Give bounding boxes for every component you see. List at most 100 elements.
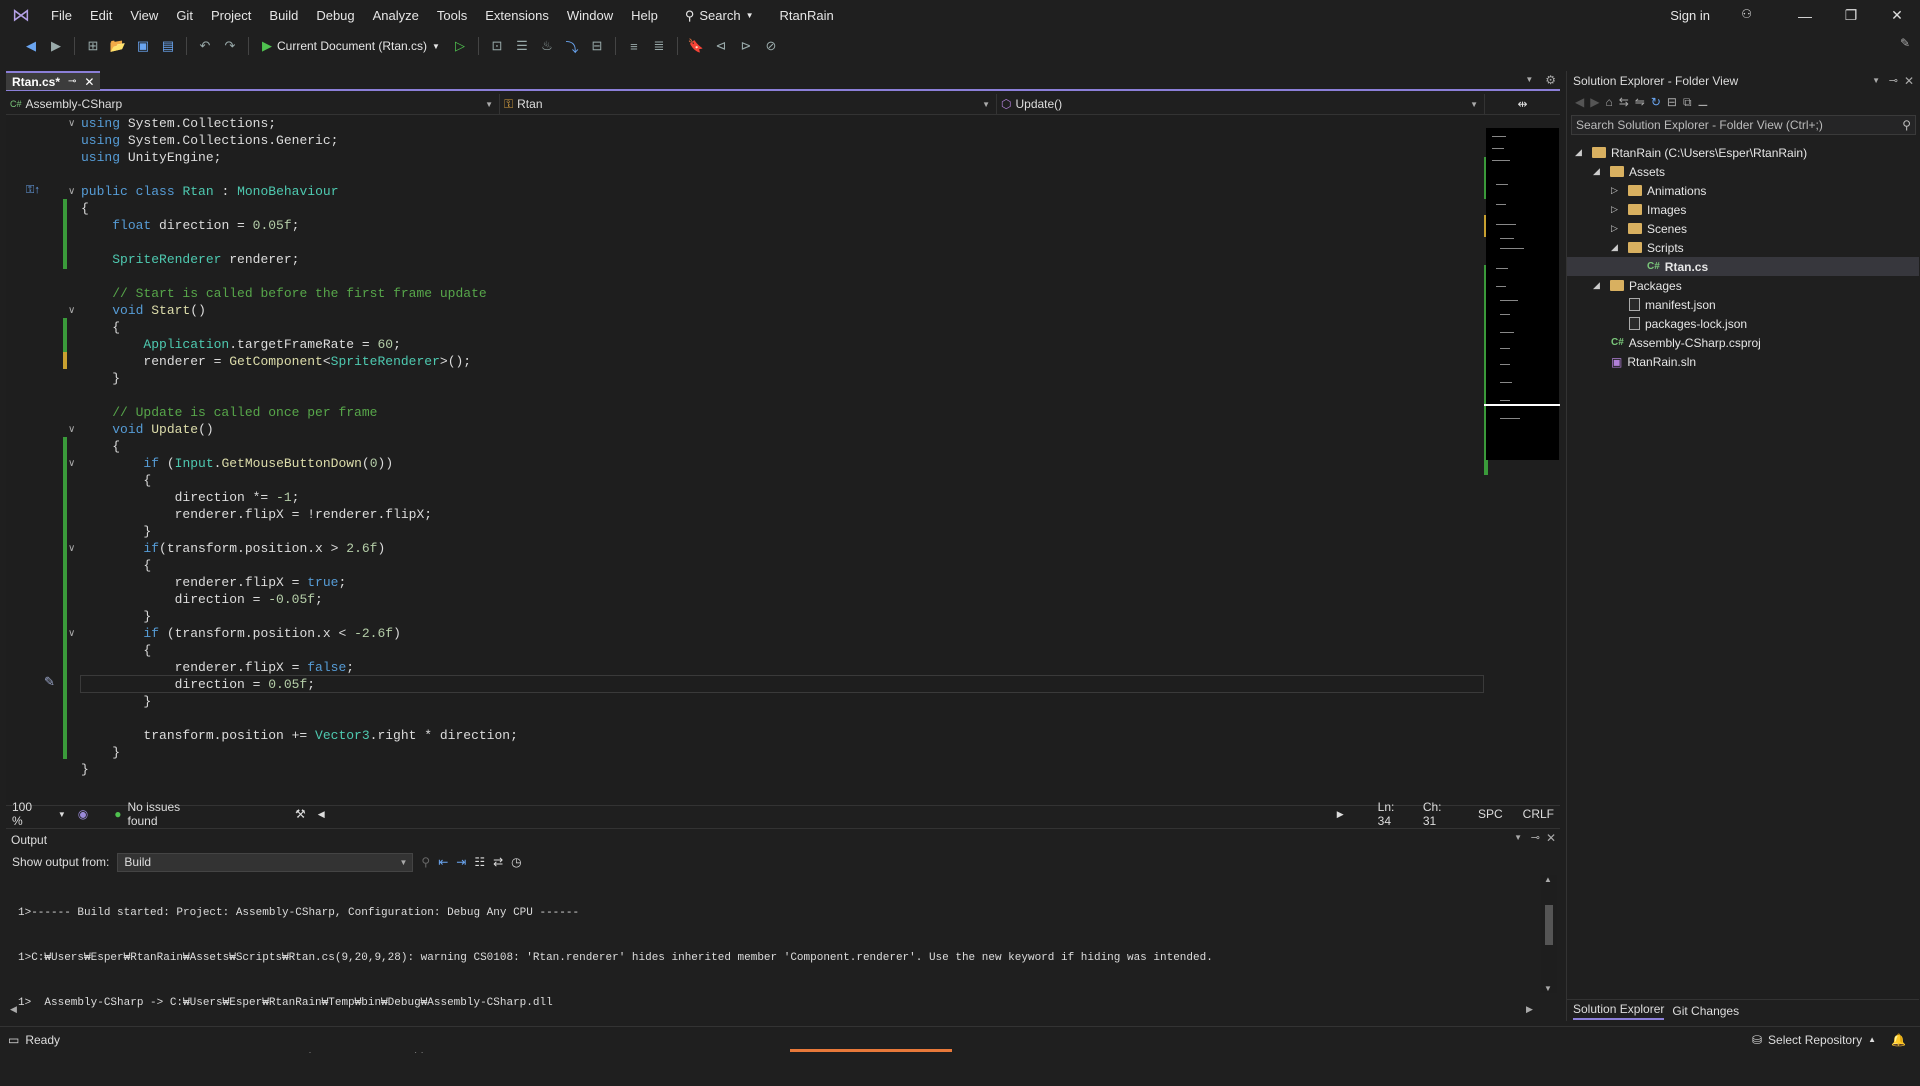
fold-toggle-icon[interactable]: ∨ (68, 115, 75, 132)
whitespace-mode[interactable]: SPC (1472, 807, 1509, 821)
save-icon[interactable]: ▣ (132, 35, 154, 57)
prev-message-icon[interactable]: ⇤ (438, 855, 448, 869)
split-editor-button[interactable]: ⇹ (1485, 94, 1560, 114)
menu-build[interactable]: Build (260, 0, 307, 31)
split-icon[interactable]: ⊟ (586, 35, 608, 57)
new-item-icon[interactable]: ⊞ (82, 35, 104, 57)
bookmark-icon[interactable]: 🔖 (685, 35, 707, 57)
sign-in-link[interactable]: Sign in (1670, 0, 1710, 31)
menu-extensions[interactable]: Extensions (476, 0, 558, 31)
solution-search-input[interactable]: Search Solution Explorer - Folder View (… (1571, 115, 1916, 135)
menu-edit[interactable]: Edit (81, 0, 121, 31)
collapsed-icon[interactable]: ▷ (1611, 204, 1623, 215)
fold-toggle-icon[interactable]: ∨ (68, 455, 75, 472)
browse-icon[interactable]: ⊡ (486, 35, 508, 57)
clear-all-icon[interactable]: ☷ (474, 855, 485, 869)
class-dropdown[interactable]: ⚿ Rtan ▼ (500, 94, 997, 114)
switch-views-icon[interactable]: ⇆ (1619, 95, 1629, 109)
word-wrap-icon[interactable]: ⇄ (493, 855, 503, 869)
code-editor[interactable]: ⚿↑ ✎ using System.Collections; ∨ using Sys… (6, 115, 1484, 805)
pin-icon[interactable]: ⊸ (1531, 831, 1540, 844)
tree-item-images[interactable]: ▷ Images (1611, 200, 1686, 219)
chevron-down-icon[interactable]: ▼ (1872, 71, 1880, 91)
fold-toggle-icon[interactable]: ∨ (68, 540, 75, 557)
minimize-button[interactable]: — (1782, 0, 1828, 31)
home-icon[interactable]: ⌂ (1605, 95, 1612, 109)
issues-status[interactable]: No issues found (127, 800, 219, 828)
scroll-right-icon[interactable]: ▶ (1526, 1004, 1533, 1015)
pin-icon[interactable]: ⊸ (1889, 71, 1898, 91)
comment-icon[interactable]: ≡ (623, 35, 645, 57)
tab-solution-explorer[interactable]: Solution Explorer (1573, 1002, 1665, 1020)
sync-icon[interactable]: ⇋ (1635, 95, 1645, 109)
redo-icon[interactable]: ↷ (219, 35, 241, 57)
output-scrollbar[interactable]: ▲ ▼ (1541, 875, 1557, 993)
scroll-thumb[interactable] (1545, 905, 1553, 945)
menu-window[interactable]: Window (558, 0, 622, 31)
output-text[interactable]: 1>------ Build started: Project: Assembl… (18, 876, 1213, 1086)
column-number[interactable]: Ch: 31 (1417, 800, 1464, 828)
run-current-document-button[interactable]: ▶ Current Document (Rtan.cs) ▼ (256, 35, 446, 57)
zoom-level[interactable]: 100 % (6, 800, 52, 828)
open-folder-icon[interactable]: 📂 (107, 35, 129, 57)
pin-icon[interactable]: ⊸ (68, 76, 76, 87)
forward-icon[interactable]: ▶ (1590, 95, 1599, 109)
menu-help[interactable]: Help (622, 0, 667, 31)
fold-toggle-icon[interactable]: ∨ (68, 625, 75, 642)
collapsed-icon[interactable]: ▷ (1611, 185, 1623, 196)
expanded-icon[interactable]: ◢ (1575, 147, 1587, 158)
select-repository-button[interactable]: ⛁ Select Repository ▲ (1752, 1033, 1876, 1047)
tab-list-chevron-icon[interactable]: ▼ (1517, 71, 1541, 89)
member-dropdown[interactable]: ⬡ Update() ▼ (997, 94, 1485, 114)
back-icon[interactable]: ◀ (1575, 95, 1584, 109)
menu-debug[interactable]: Debug (307, 0, 363, 31)
step-icon[interactable]: ⤵ (561, 35, 583, 57)
forward-icon[interactable]: ▶ (45, 35, 67, 57)
close-icon[interactable]: ✕ (1904, 71, 1914, 91)
undo-icon[interactable]: ↶ (194, 35, 216, 57)
show-all-files-icon[interactable]: ⧉ (1683, 95, 1692, 110)
settings-icon[interactable]: ⚙ (1541, 71, 1560, 89)
close-window-button[interactable]: ✕ (1874, 0, 1920, 31)
prev-bookmark-icon[interactable]: ⊲ (710, 35, 732, 57)
copilot-icon[interactable]: ◉ (72, 807, 94, 821)
hot-reload-icon[interactable]: ♨ (536, 35, 558, 57)
collapsed-icon[interactable]: ▷ (1611, 223, 1623, 234)
scroll-up-icon[interactable]: ▲ (1544, 875, 1552, 884)
close-icon[interactable]: ✕ (1546, 831, 1556, 845)
tab-git-changes[interactable]: Git Changes (1672, 1004, 1739, 1018)
save-all-icon[interactable]: ▤ (157, 35, 179, 57)
chevron-down-icon[interactable]: ▼ (1514, 833, 1522, 842)
feedback-icon[interactable]: ✎ (1900, 36, 1910, 50)
tree-item-assets[interactable]: ◢ Assets (1593, 162, 1665, 181)
brush-icon[interactable]: ⚒ (289, 807, 312, 821)
tree-item-rtan-cs[interactable]: C# Rtan.cs (1647, 257, 1708, 276)
tab-rtan-cs[interactable]: Rtan.cs* ⊸ ✕ (6, 71, 101, 90)
line-number[interactable]: Ln: 34 (1372, 800, 1417, 828)
tree-item-packages-lock[interactable]: packages-lock.json (1629, 314, 1747, 333)
back-icon[interactable]: ◀ (20, 35, 42, 57)
scroll-down-icon[interactable]: ▼ (1544, 984, 1552, 993)
layout-icon[interactable]: ☰ (511, 35, 533, 57)
expanded-icon[interactable]: ◢ (1593, 280, 1605, 291)
person-add-icon[interactable]: ⚇ (1741, 7, 1752, 21)
scroll-right-icon[interactable]: ▶ (1331, 809, 1350, 820)
tree-item-csproj[interactable]: C# Assembly-CSharp.csproj (1611, 333, 1761, 352)
menu-tools[interactable]: Tools (428, 0, 476, 31)
tree-item-animations[interactable]: ▷ Animations (1611, 181, 1706, 200)
fold-toggle-icon[interactable]: ∨ (68, 421, 75, 438)
tree-item-packages[interactable]: ◢ Packages (1593, 276, 1682, 295)
chevron-down-icon[interactable]: ▼ (52, 810, 72, 819)
search-menu[interactable]: ⚲ Search ▼ (677, 8, 762, 24)
find-message-icon[interactable]: ⚲ (421, 855, 430, 869)
scroll-left-icon[interactable]: ◀ (10, 1004, 17, 1015)
menu-project[interactable]: Project (202, 0, 260, 31)
restore-button[interactable]: ❐ (1828, 0, 1874, 31)
next-message-icon[interactable]: ⇥ (456, 855, 466, 869)
start-without-debugging-icon[interactable]: ▷ (449, 35, 471, 57)
refresh-icon[interactable]: ↻ (1651, 95, 1661, 109)
tree-item-scenes[interactable]: ▷ Scenes (1611, 219, 1687, 238)
clear-bookmarks-icon[interactable]: ⊘ (760, 35, 782, 57)
uncomment-icon[interactable]: ≣ (648, 35, 670, 57)
collapse-all-icon[interactable]: ⊟ (1667, 95, 1677, 109)
